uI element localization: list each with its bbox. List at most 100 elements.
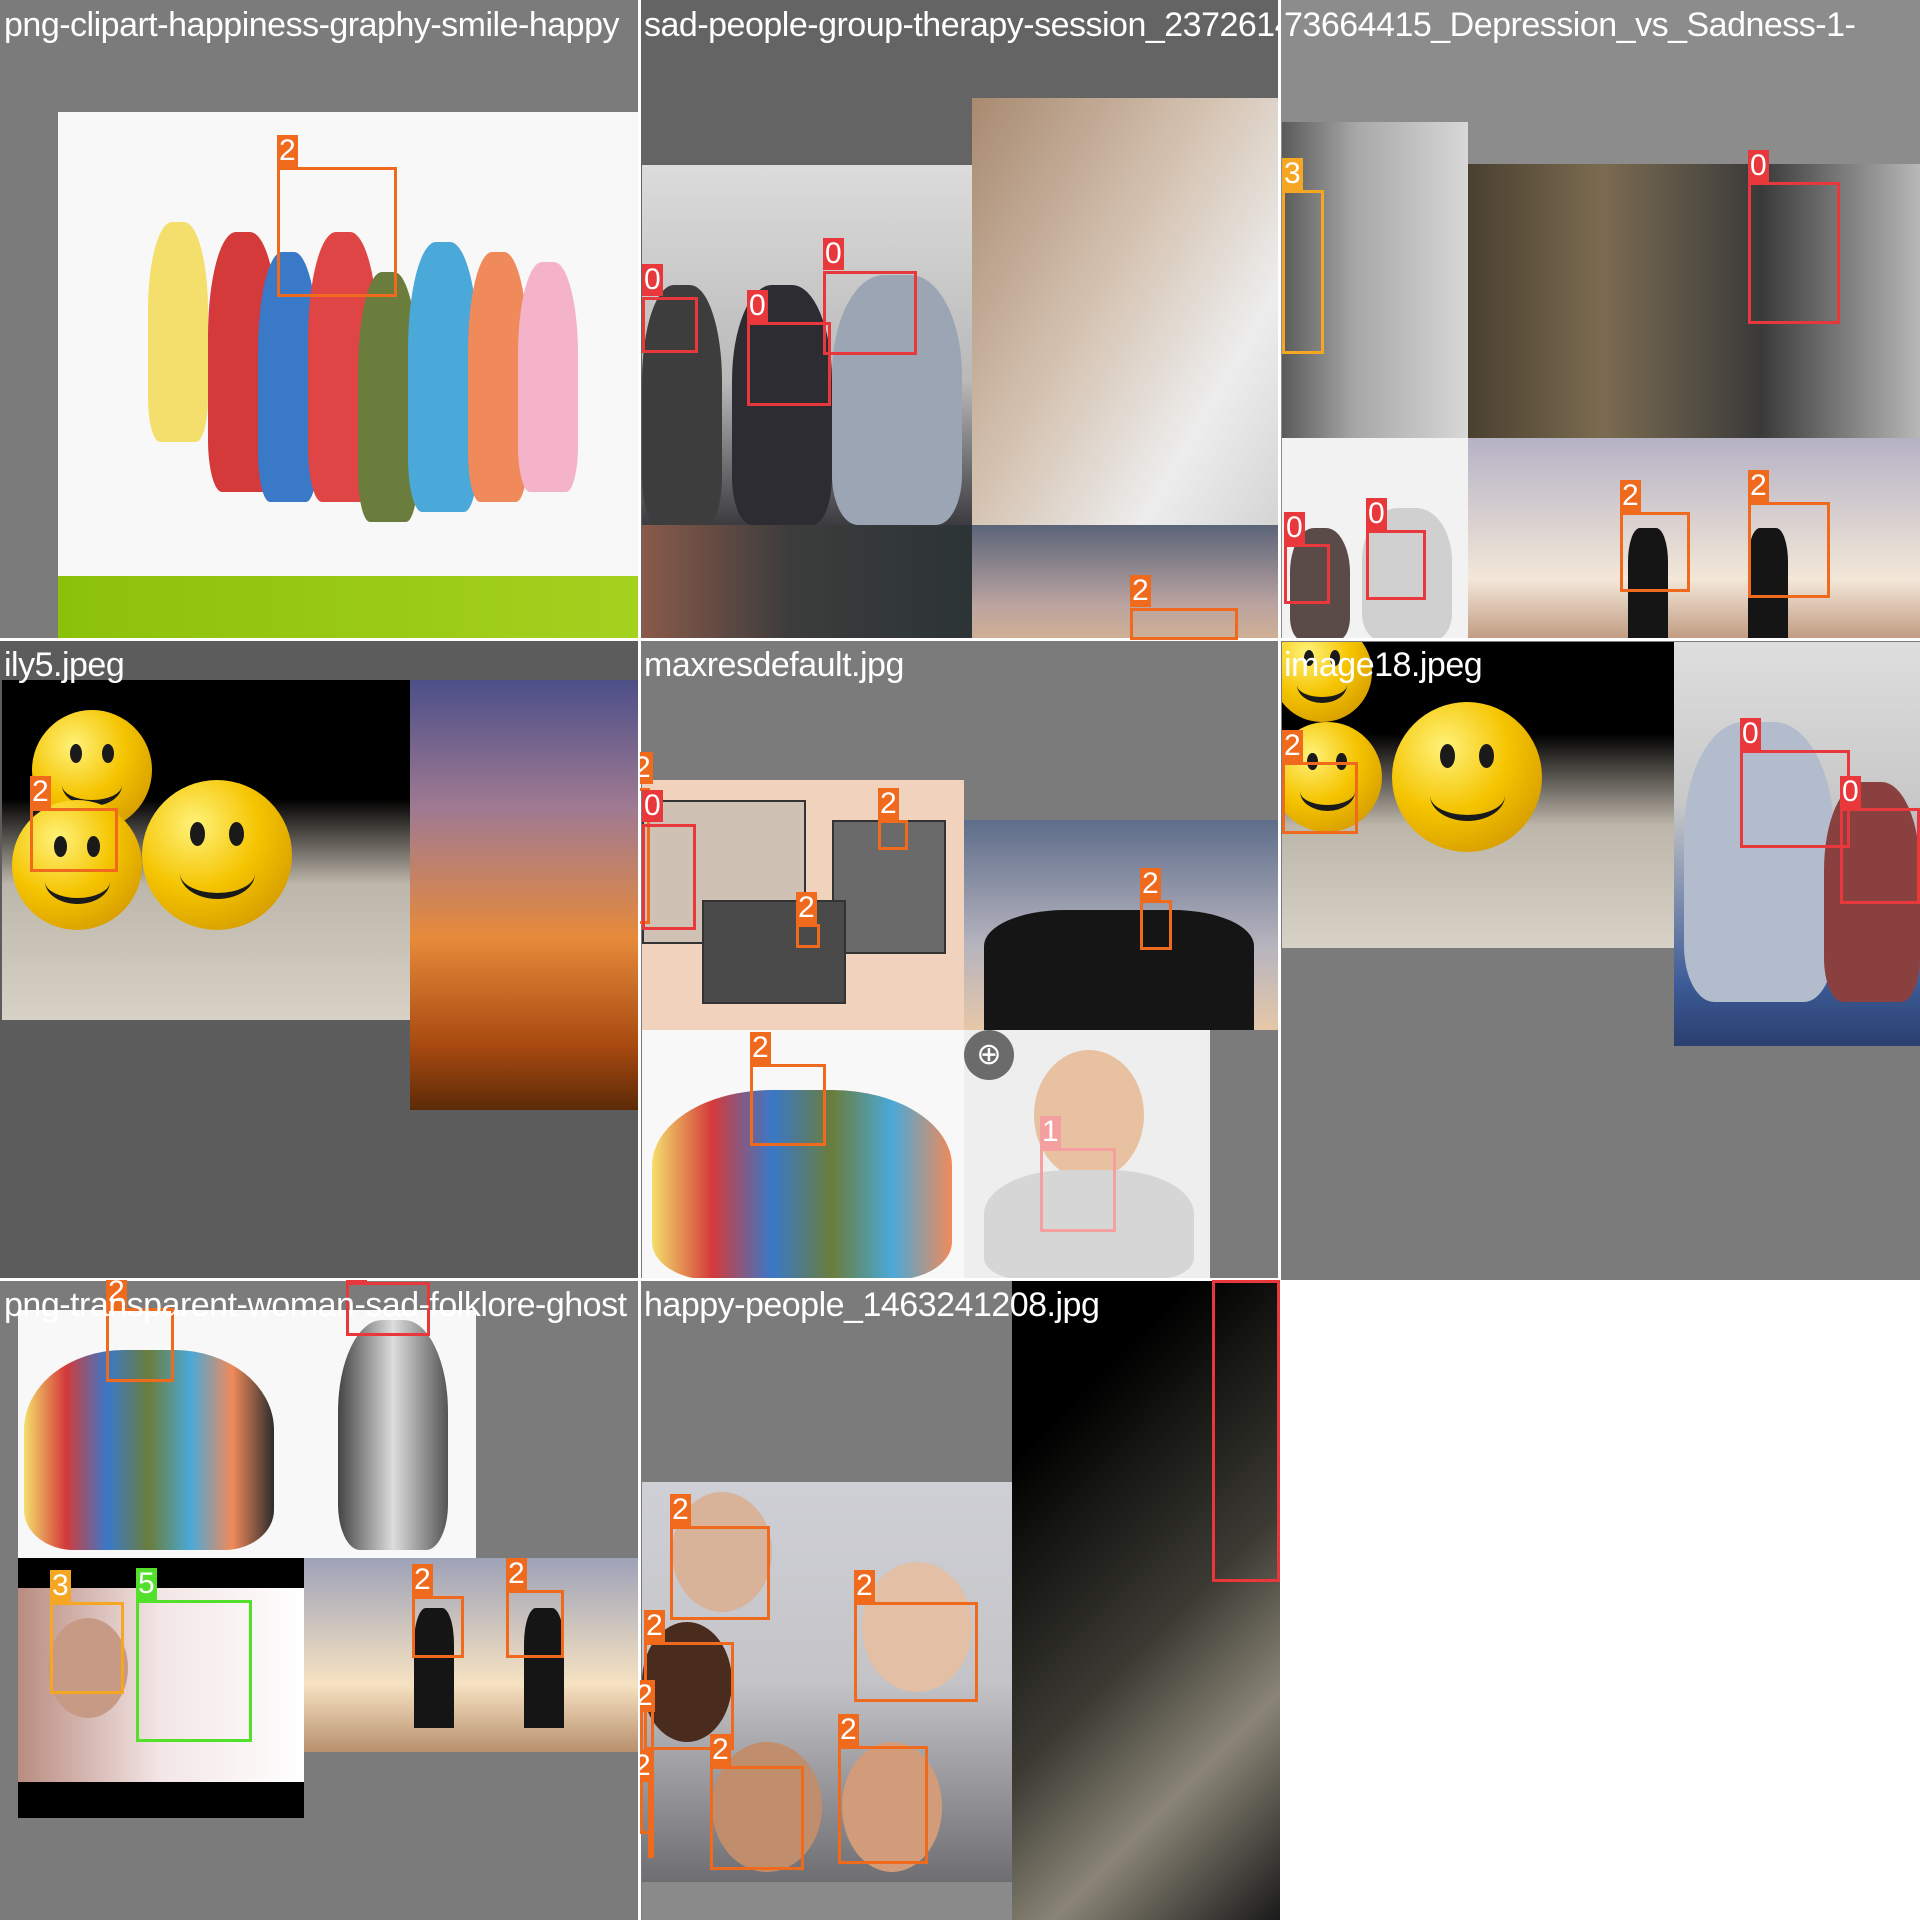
detection-label: 0: [1366, 497, 1387, 530]
detection-label: 0: [642, 263, 663, 296]
empty-cell: [1281, 1281, 1920, 1920]
image-filename: png-transparent-woman-sad-folklore-ghost: [4, 1286, 627, 1324]
detection-label: 2: [670, 1493, 691, 1526]
detection-label: 2: [640, 1750, 653, 1782]
detection-label: 0: [1748, 149, 1769, 182]
sunset-jump-photo: [1468, 438, 1920, 640]
detection-box: [506, 1590, 564, 1658]
mosaic-tile-4: ⊕ maxresdefault.jpg 2 0 2 2 2 2 1: [640, 640, 1280, 1280]
detection-label: 2: [506, 1557, 527, 1590]
detection-box: [1740, 750, 1850, 848]
detection-label: 2: [640, 1680, 655, 1712]
detection-box: [1282, 762, 1358, 834]
detection-box: [642, 824, 696, 930]
detection-box: [1284, 544, 1330, 604]
detection-label: 2: [750, 1031, 771, 1064]
grid-separator: [0, 638, 1920, 641]
image-filename: happy-people_1463241208.jpg: [644, 1286, 1100, 1324]
image-filename: 73664415_Depression_vs_Sadness-1-: [1284, 6, 1856, 44]
detection-label: 2: [1130, 574, 1151, 607]
mosaic-tile-2: 73664415_Depression_vs_Sadness-1- 3 0 0 …: [1280, 0, 1920, 640]
detection-box: [277, 167, 397, 297]
detection-box: [750, 1064, 826, 1146]
detection-box: [1040, 1148, 1116, 1232]
detection-box: [1282, 190, 1324, 354]
detection-box: [642, 297, 698, 353]
detection-label: 0: [823, 237, 844, 270]
detection-box: [823, 271, 917, 355]
ghost-figure: [338, 1320, 448, 1550]
jumping-silhouettes-photo: [964, 820, 1280, 1030]
detection-box: [136, 1600, 252, 1742]
detection-label: 0: [642, 789, 663, 822]
zoom-icon: ⊕: [964, 1030, 1014, 1080]
room-photo: [972, 98, 1280, 525]
bottom-strip-photo: [642, 1882, 1012, 1920]
detection-label: 2: [838, 1713, 859, 1746]
detection-label: 0: [747, 289, 768, 322]
image-filename: maxresdefault.jpg: [644, 646, 904, 684]
detection-label: 2: [878, 787, 899, 820]
sunset-gradient-photo: [410, 680, 640, 1110]
detection-box: [30, 808, 118, 872]
detection-box: [1366, 530, 1426, 600]
detection-box: [1620, 512, 1690, 592]
detection-box: [1840, 808, 1920, 904]
grid-separator: [0, 1278, 1280, 1281]
detection-box: [747, 322, 831, 406]
image-filename: sad-people-group-therapy-session_2372614…: [644, 6, 1280, 44]
detection-label: 2: [1282, 729, 1303, 762]
detection-label: 2: [854, 1569, 875, 1602]
detection-box: [838, 1746, 928, 1864]
mosaic-tile-7: happy-people_1463241208.jpg 0 2 2 2 2 2 …: [640, 1280, 1280, 1920]
image-filename: image18.jpeg: [1284, 646, 1483, 684]
happy-group-photo-small: [18, 1310, 476, 1558]
smiley-ball: [1392, 702, 1542, 852]
detection-label: 2: [796, 891, 817, 924]
detection-label: 1: [1040, 1115, 1061, 1148]
detection-box: [412, 1596, 464, 1658]
detection-box: [1140, 900, 1172, 950]
detection-box: [670, 1526, 770, 1620]
person: [148, 222, 208, 442]
detection-label: 0: [1284, 511, 1305, 544]
detection-label: 0: [346, 1280, 367, 1282]
detection-label: 2: [1140, 867, 1161, 900]
sunset-jump-photo: [304, 1558, 640, 1752]
detection-box: [1748, 502, 1830, 598]
detection-label: 0: [1840, 775, 1861, 808]
mosaic-tile-3: ily5.jpeg 2: [0, 640, 640, 1280]
mosaic-tile-0: png-clipart-happiness-graphy-smile-happy…: [0, 0, 640, 640]
detection-label: 2: [30, 775, 51, 808]
detection-label: 2: [277, 134, 298, 167]
detection-label: 2: [710, 1733, 731, 1766]
silhouette: [984, 910, 1254, 1030]
detection-label: 2: [1748, 469, 1769, 502]
image-filename: png-clipart-happiness-graphy-smile-happy: [4, 6, 619, 44]
detection-label: 2: [640, 752, 653, 784]
detection-label: 3: [50, 1569, 71, 1602]
image-filename: ily5.jpeg: [4, 646, 125, 684]
detection-box: [854, 1602, 978, 1702]
person: [518, 262, 578, 492]
smiley-ball: [142, 780, 292, 930]
detection-label: 0: [1740, 717, 1761, 750]
detection-box: [796, 924, 820, 948]
detection-label: 5: [136, 1567, 157, 1600]
mosaic-tile-5: image18.jpeg 2 0 0: [1280, 640, 1920, 1280]
detection-box: [50, 1602, 124, 1694]
grid-separator: [638, 0, 641, 1920]
mosaic-tile-1: sad-people-group-therapy-session_2372614…: [640, 0, 1280, 640]
detection-box: [710, 1766, 804, 1870]
mosaic-tile-6: png-transparent-woman-sad-folklore-ghost…: [0, 1280, 640, 1920]
detection-box: [1748, 182, 1840, 324]
green-band: [58, 576, 640, 640]
detection-box: [1130, 608, 1238, 640]
detection-box: [1212, 1280, 1280, 1582]
sad-woman-photo: [1468, 164, 1920, 438]
detection-label: 3: [1282, 157, 1303, 190]
detection-label: 2: [1620, 479, 1641, 512]
smoke-photo: [642, 525, 972, 640]
detection-label: 2: [644, 1609, 665, 1642]
detection-label: 2: [412, 1563, 433, 1596]
